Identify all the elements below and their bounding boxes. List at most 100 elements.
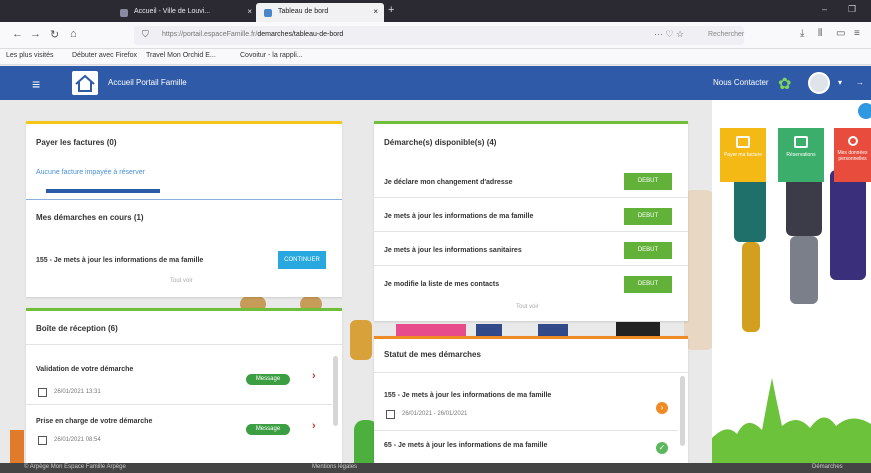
card-title: Démarche(s) disponible(s) (4)	[384, 138, 497, 147]
card-factures: Payer les factures (0) Aucune facture im…	[26, 121, 342, 297]
credit-card-icon	[736, 136, 750, 148]
shield-icon[interactable]: ⛉	[142, 29, 149, 40]
divider	[374, 372, 688, 373]
tab-label: Accueil - Ville de Louvi...	[134, 8, 211, 15]
message-badge: Message	[246, 424, 290, 435]
see-all-link[interactable]: Tout voir	[516, 304, 539, 310]
url-bar[interactable]: ⛉ https://portail.espaceFamille.fr/demar…	[134, 26, 744, 45]
divider	[374, 430, 678, 431]
hamburger-menu-icon[interactable]: ≡	[32, 76, 40, 92]
download-icon[interactable]: ⤓	[800, 28, 804, 39]
message-date: 26/01/2021 08:54	[54, 437, 101, 443]
tile-reservations[interactable]: Réservations	[778, 128, 824, 182]
demarche-label: Je mets à jour les informations sanitair…	[384, 247, 522, 254]
contact-link[interactable]: Nous Contacter	[713, 78, 769, 87]
illustration-person	[830, 170, 866, 280]
illustration-person	[742, 242, 760, 332]
divider	[26, 344, 342, 345]
card-demarches-disponibles: Démarche(s) disponible(s) (4) Je déclare…	[374, 121, 688, 321]
card-title: Boîte de réception (6)	[36, 324, 118, 333]
browser-tab-strip: Accueil - Ville de Louvi... × Tableau de…	[0, 0, 871, 22]
illustration-figure	[350, 320, 372, 360]
card-title: Payer les factures (0)	[36, 138, 117, 147]
browser-toolbar: ← → ↻ ⌂ ⛉ https://portail.espaceFamille.…	[0, 22, 871, 49]
start-button[interactable]: DEBUT	[624, 276, 672, 293]
message-date: 26/01/2021 13:31	[54, 389, 101, 395]
bookmark-item[interactable]: Les plus visités	[6, 52, 53, 59]
continue-button[interactable]: CONTINUER	[278, 251, 326, 269]
bookmark-item[interactable]: Covoitur - la rappli...	[240, 52, 303, 59]
minimize-icon[interactable]: –	[822, 4, 827, 14]
menu-icon[interactable]: ≡	[854, 28, 860, 39]
bookmarks-bar: Les plus visités Débuter avec Firefox Tr…	[0, 49, 871, 65]
app-title[interactable]: Accueil Portail Famille	[108, 78, 187, 87]
calendar-icon	[386, 410, 395, 419]
back-icon[interactable]: ←	[12, 28, 23, 40]
close-tab-icon[interactable]: ×	[247, 7, 252, 16]
statut-item-label[interactable]: 155 - Je mets à jour les informations de…	[384, 392, 551, 399]
browser-tab[interactable]: Accueil - Ville de Louvi... ×	[112, 3, 258, 22]
tab-indicator	[46, 189, 160, 193]
divider	[374, 265, 688, 266]
empty-factures-text: Aucune facture impayée à réserver	[36, 169, 145, 176]
footer-link[interactable]: Démarches	[812, 464, 843, 470]
divider	[26, 199, 342, 200]
chevron-right-icon[interactable]: ›	[312, 370, 316, 382]
calendar-icon	[38, 436, 47, 445]
illustration-person	[734, 172, 766, 242]
see-all-link[interactable]: Tout voir	[170, 278, 193, 284]
restore-icon[interactable]: ❐	[848, 4, 856, 15]
side-panel-toggle[interactable]	[858, 103, 871, 119]
sidebar-icon[interactable]: ▭	[836, 28, 845, 39]
footer-bar: © Arpège Mon Espace Famille Arpège Menti…	[0, 463, 871, 473]
page-actions-icon[interactable]: ··· ♡ ☆	[654, 29, 684, 40]
house-logo-icon[interactable]	[72, 71, 98, 95]
start-button[interactable]: DEBUT	[624, 208, 672, 225]
avatar[interactable]	[808, 72, 830, 94]
bookmark-item[interactable]: Travel Mon Orchid E...	[146, 52, 216, 59]
footer-copyright: © Arpège Mon Espace Famille Arpège	[24, 464, 126, 470]
close-tab-icon[interactable]: ×	[373, 7, 378, 16]
tile-donnees[interactable]: Mes données personnelles	[834, 128, 871, 182]
bookmark-item[interactable]: Débuter avec Firefox	[72, 52, 137, 59]
person-icon	[847, 136, 858, 146]
logout-icon[interactable]: →	[856, 78, 864, 87]
browser-tab-active[interactable]: Tableau de bord ×	[256, 3, 384, 22]
card-inbox: Boîte de réception (6) Validation de vot…	[26, 308, 342, 463]
forward-icon[interactable]: →	[30, 28, 41, 40]
message-badge: Message	[246, 374, 290, 385]
statut-item-label[interactable]: 65 - Je mets à jour les informations de …	[384, 442, 547, 449]
tile-label: Payer ma facture	[723, 152, 763, 158]
demarche-label: Je modifie la liste de mes contacts	[384, 281, 500, 288]
message-subject[interactable]: Prise en charge de votre démarche	[36, 418, 152, 425]
scrollbar[interactable]	[333, 356, 338, 426]
footer-legal-link[interactable]: Mentions légales	[312, 464, 357, 470]
tile-label: Réservations	[786, 152, 816, 158]
tile-payer-facture[interactable]: Payer ma facture	[720, 128, 766, 182]
new-tab-icon[interactable]: +	[388, 4, 394, 16]
app-header: ≡ Accueil Portail Famille Nous Contacter…	[0, 66, 871, 100]
scrollbar[interactable]	[680, 376, 685, 446]
card-accent-bar	[374, 121, 688, 124]
reload-icon[interactable]: ↻	[50, 28, 59, 41]
start-button[interactable]: DEBUT	[624, 242, 672, 259]
illustration-figure	[10, 430, 24, 463]
start-button[interactable]: DEBUT	[624, 173, 672, 190]
card-accent-bar	[374, 336, 688, 339]
card-accent-bar	[26, 121, 342, 124]
town-silhouette-icon	[712, 378, 871, 463]
chevron-down-icon[interactable]: ▾	[838, 78, 842, 87]
chevron-right-icon[interactable]: ›	[312, 420, 316, 432]
notification-icon[interactable]: ✿	[778, 74, 791, 94]
search-field[interactable]: Rechercher	[708, 31, 744, 38]
favicon-icon	[120, 9, 128, 17]
tab-label: Tableau de bord	[278, 8, 329, 15]
divider	[26, 404, 332, 405]
message-subject[interactable]: Validation de votre démarche	[36, 366, 133, 373]
library-icon[interactable]: ⫴	[818, 28, 822, 39]
illustration-person	[790, 236, 818, 304]
card-accent-bar	[26, 308, 342, 311]
status-done-icon: ✓	[656, 442, 668, 454]
calendar-icon	[794, 136, 808, 148]
home-icon[interactable]: ⌂	[70, 28, 77, 40]
